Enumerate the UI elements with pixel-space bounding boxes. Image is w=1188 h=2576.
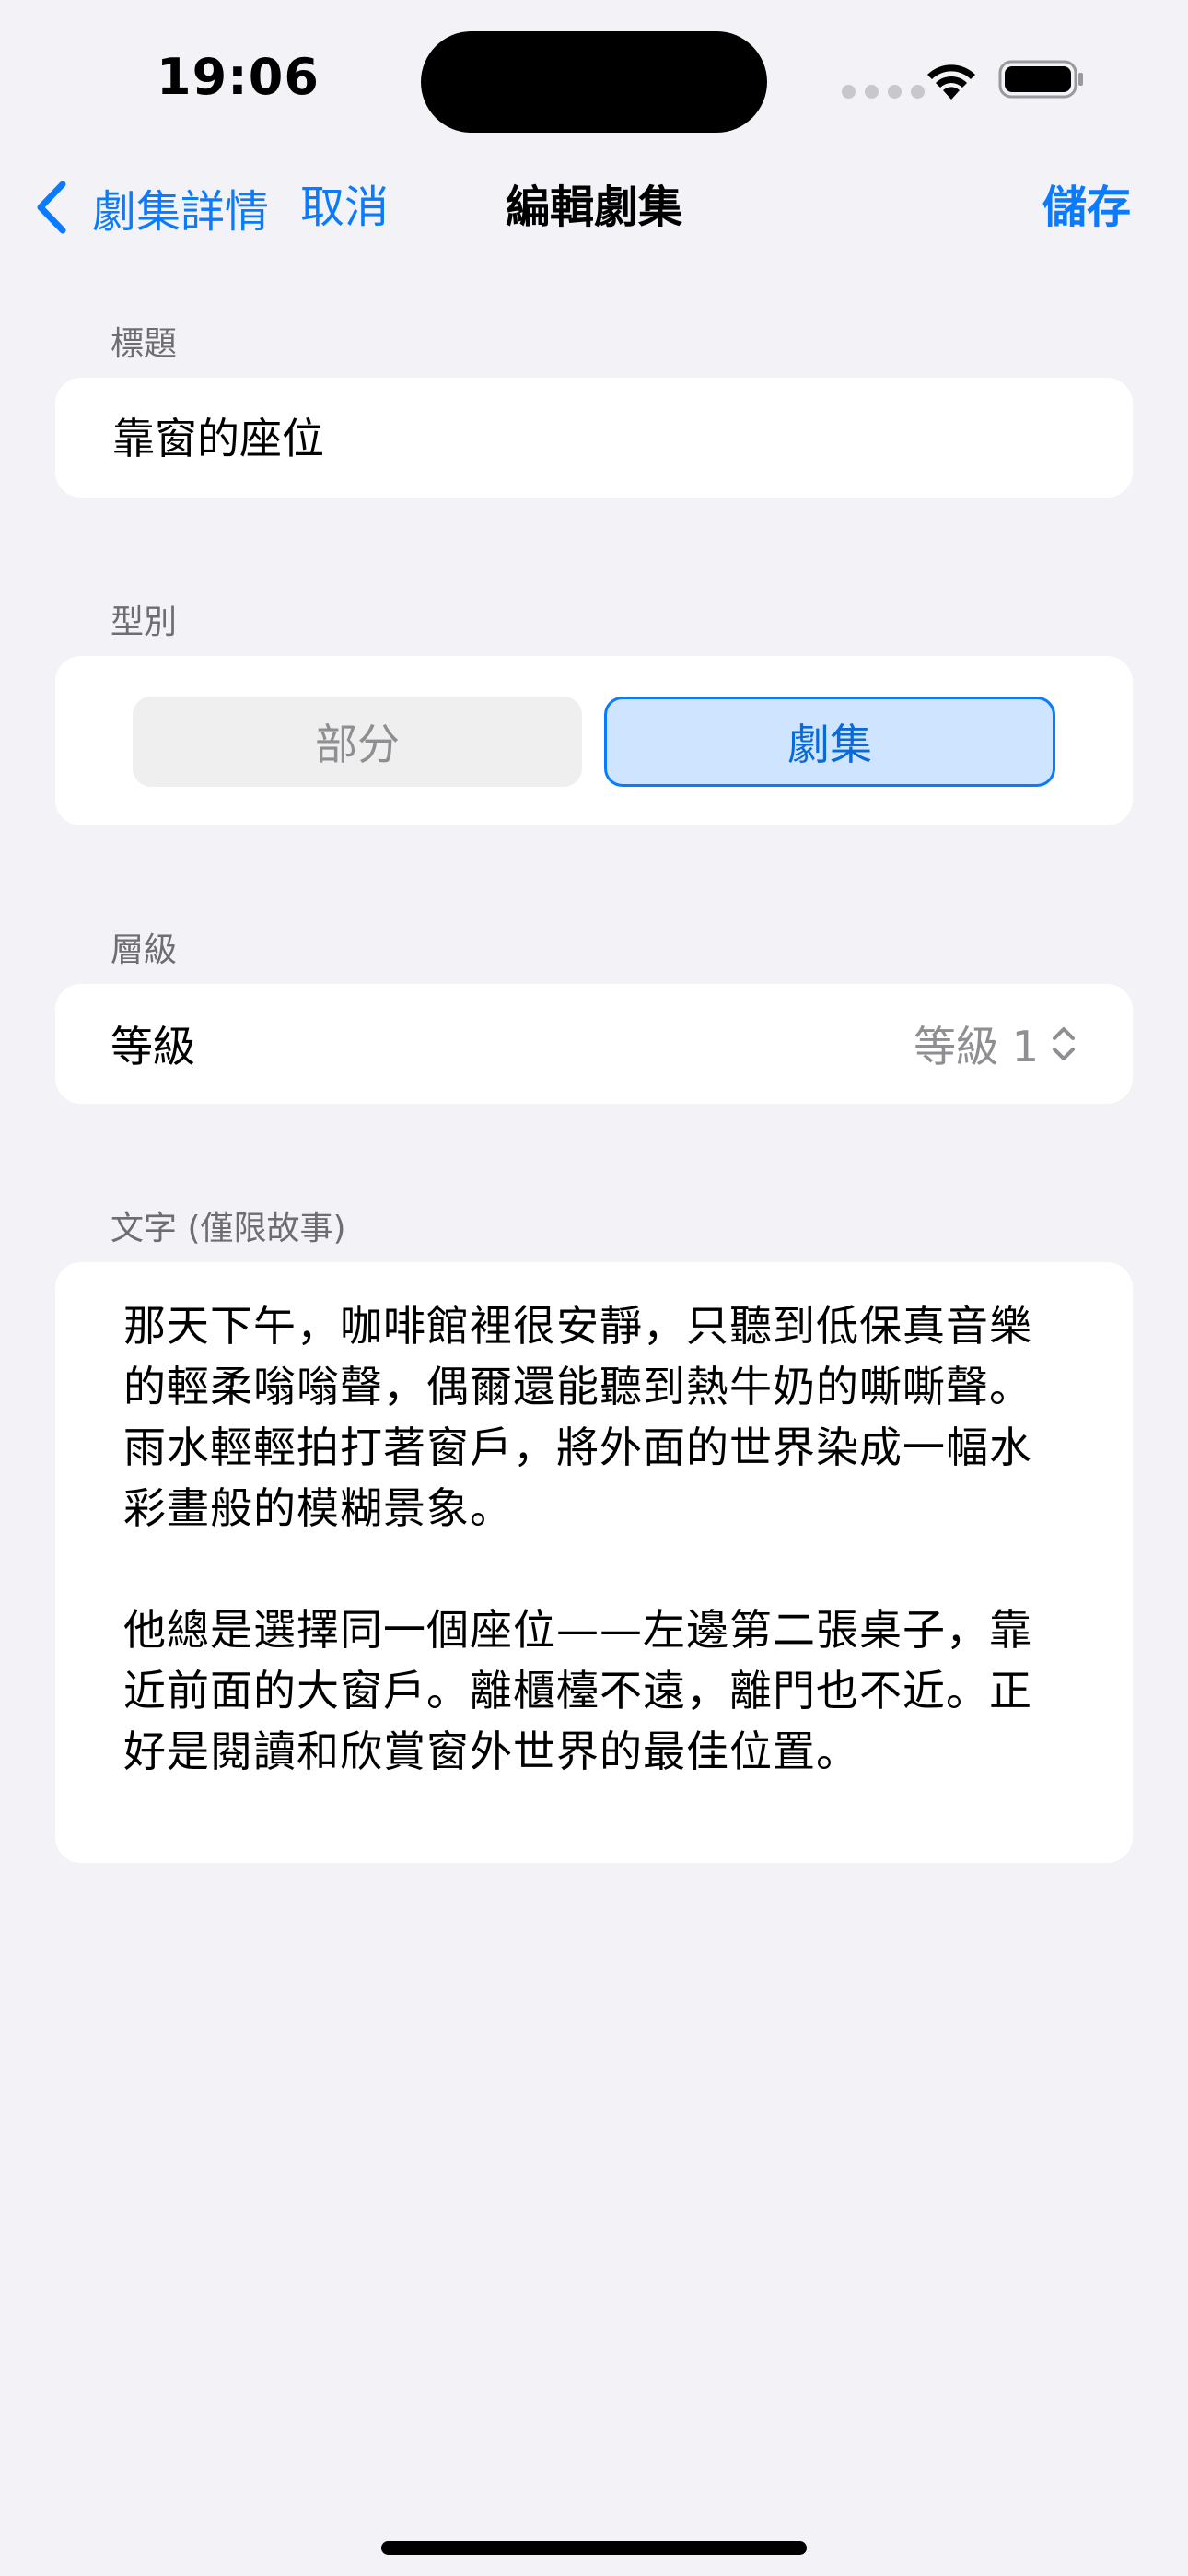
hierarchy-section-label: 層級	[111, 931, 178, 969]
text-section-label: 文字 (僅限故事)	[111, 1210, 346, 1247]
type-segmented-control: 部分 劇集	[55, 656, 1133, 825]
save-button[interactable]: 儲存	[1042, 175, 1131, 240]
title-input[interactable]	[111, 378, 1081, 499]
title-card	[55, 378, 1133, 499]
segment-episode[interactable]: 劇集	[604, 697, 1055, 787]
level-picker[interactable]: 等級 1	[914, 1013, 1077, 1074]
battery-icon	[998, 60, 1083, 99]
page-title: 編輯劇集	[505, 181, 682, 233]
status-time: 19:06	[157, 48, 320, 106]
chevron-up-down-icon	[1053, 1027, 1075, 1060]
segment-part[interactable]: 部分	[133, 697, 582, 787]
wifi-icon	[927, 64, 975, 100]
cellular-signal-icon	[842, 85, 925, 99]
story-text-area[interactable]: 那天下午，咖啡館裡很安靜，只聽到低保真音樂的輕柔嗡嗡聲，偶爾還能聽到熱牛奶的嘶嘶…	[123, 1295, 1072, 1782]
level-value: 等級 1	[914, 1022, 1039, 1071]
hierarchy-card: 等級 等級 1	[55, 984, 1133, 1104]
story-text-card: 那天下午，咖啡館裡很安靜，只聽到低保真音樂的輕柔嗡嗡聲，偶爾還能聽到熱牛奶的嘶嘶…	[55, 1262, 1133, 1863]
home-indicator[interactable]	[381, 2541, 807, 2555]
type-section-label: 型別	[111, 603, 178, 641]
level-row: 等級 等級 1	[55, 984, 1133, 1104]
title-section-label: 標題	[111, 325, 178, 363]
level-label: 等級	[111, 1022, 195, 1071]
dynamic-island	[421, 31, 767, 133]
